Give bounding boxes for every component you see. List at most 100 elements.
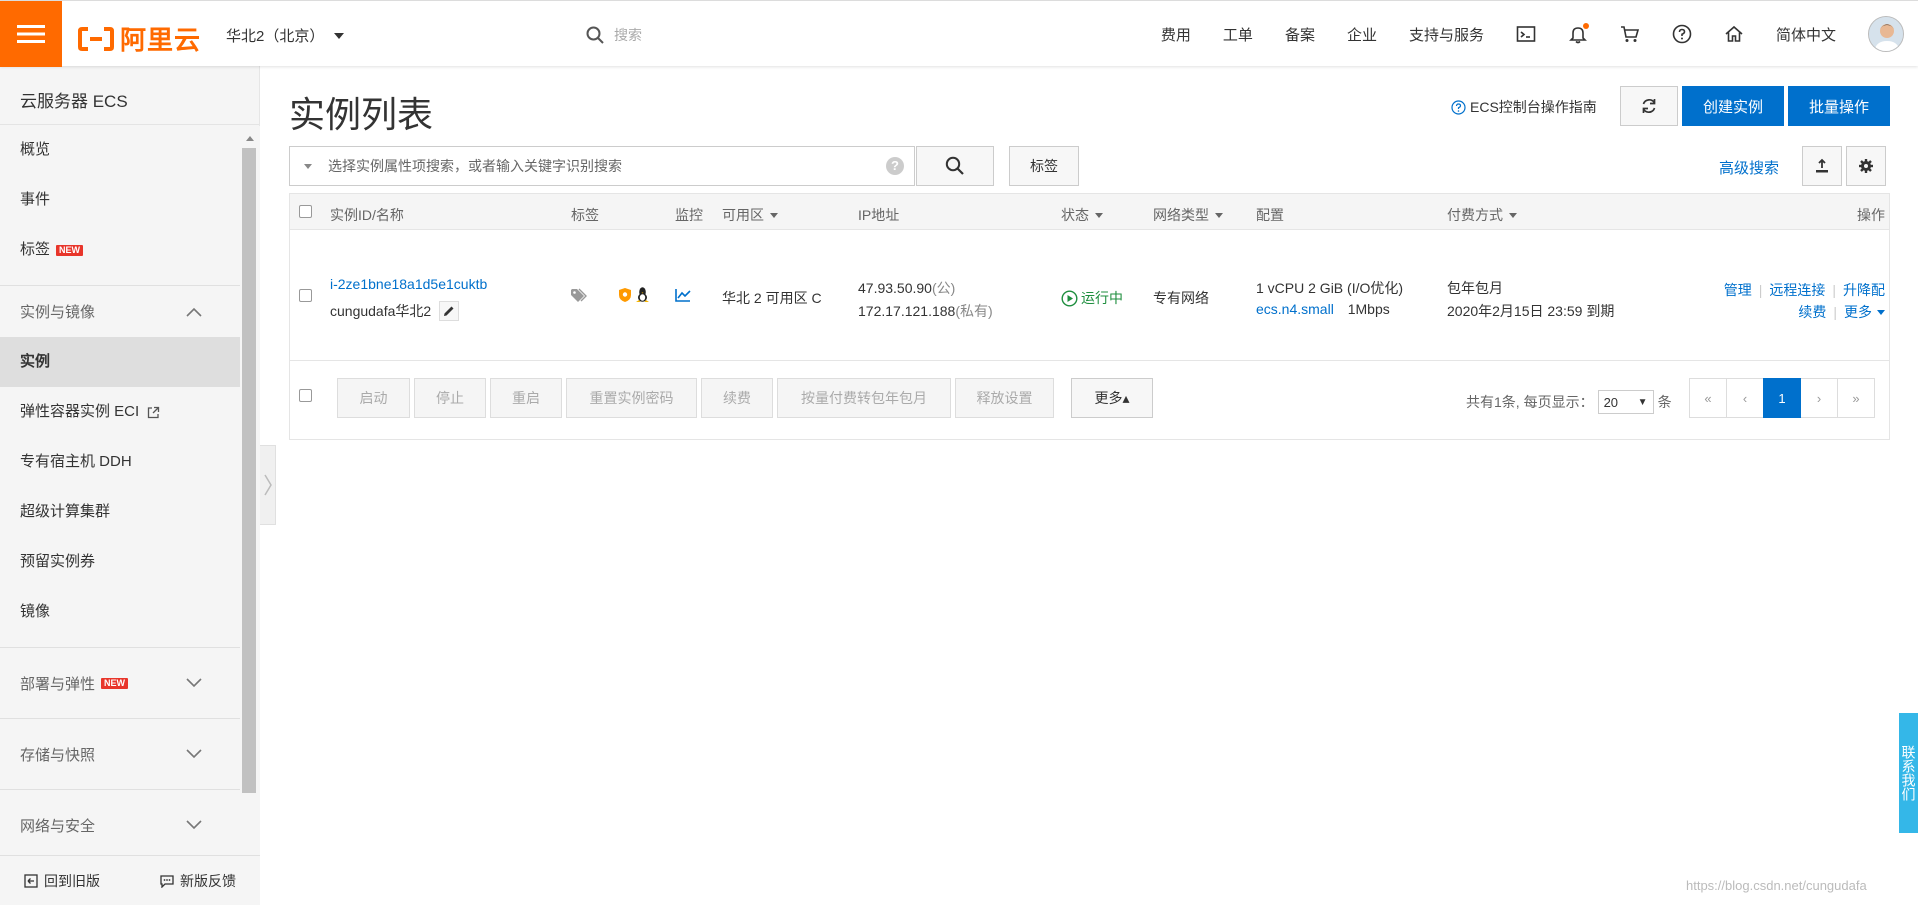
status-running: 运行中 [1081, 290, 1123, 306]
bandwidth-value: 1Mbps [1347, 301, 1390, 317]
more-actions-label: 更多 [1844, 304, 1872, 320]
first-page-button[interactable]: « [1689, 378, 1727, 418]
sidebar-group-storage[interactable]: 存储与快照 [0, 718, 240, 789]
more-actions-dropdown[interactable]: 更多 [1844, 301, 1885, 323]
col-label: 网络类型 [1153, 207, 1209, 223]
nav-icp[interactable]: 备案 [1285, 24, 1315, 45]
prev-page-button[interactable]: ‹ [1726, 378, 1764, 418]
instance-search-input[interactable]: 选择实例属性项搜索，或者输入关键字识别搜索 ? [289, 146, 915, 186]
caret-down-icon [1509, 212, 1517, 218]
restart-button[interactable]: 重启 [490, 378, 562, 418]
language-selector[interactable]: 简体中文 [1776, 24, 1836, 45]
tag-filter-button[interactable]: 标签 [1009, 146, 1079, 186]
sidebar-item-ddh[interactable]: 专有宿主机 DDH [0, 437, 240, 487]
sidebar-item-scc[interactable]: 超级计算集群 [0, 487, 240, 537]
old-version-label: 回到旧版 [44, 872, 100, 889]
sidebar-scrollbar-thumb[interactable] [242, 148, 256, 793]
sidebar-item-label: 镜像 [20, 603, 51, 620]
sidebar-group-network[interactable]: 网络与安全 [0, 789, 240, 860]
nav-enterprise[interactable]: 企业 [1347, 24, 1377, 45]
private-ip-label: (私有) [955, 303, 993, 319]
page-size-select[interactable]: 20 ▼ [1597, 390, 1654, 414]
edit-name-button[interactable] [439, 301, 460, 321]
instance-search-placeholder: 选择实例属性项搜索，或者输入关键字识别搜索 [328, 158, 622, 174]
bell-icon[interactable] [1568, 23, 1589, 44]
convert-billing-button[interactable]: 按量付费转包年包月 [777, 378, 951, 418]
nav-fees[interactable]: 费用 [1161, 24, 1191, 45]
page-1-button[interactable]: 1 [1763, 378, 1801, 418]
contact-us-float[interactable]: 联系我们 [1899, 713, 1918, 833]
global-search[interactable]: 搜索 [586, 25, 642, 45]
sidebar-item-events[interactable]: 事件 [0, 175, 240, 225]
search-button[interactable] [916, 146, 994, 186]
watermark: https://blog.csdn.net/cungudafa [1686, 878, 1867, 893]
batch-operation-button[interactable]: 批量操作 [1788, 86, 1890, 126]
manage-link[interactable]: 管理 [1724, 282, 1752, 298]
more-batch-actions-button[interactable]: 更多▴ [1071, 378, 1153, 418]
stop-button[interactable]: 停止 [414, 378, 486, 418]
monitor-chart-icon[interactable] [675, 288, 691, 302]
nav-tickets[interactable]: 工单 [1223, 24, 1253, 45]
home-icon[interactable] [1724, 24, 1744, 44]
security-shield-icon[interactable] [618, 287, 632, 303]
sidebar-item-instances[interactable]: 实例 [0, 337, 240, 387]
last-page-button[interactable]: » [1837, 378, 1875, 418]
config-spec: 1 vCPU 2 GiB (I/O优化) [1256, 280, 1404, 296]
create-instance-button[interactable]: 创建实例 [1682, 86, 1784, 126]
next-page-button[interactable]: › [1800, 378, 1838, 418]
sidebar-item-tags[interactable]: 标签 NEW [0, 225, 240, 275]
upgrade-downgrade-link[interactable]: 升降配 [1843, 282, 1885, 298]
nav-support[interactable]: 支持与服务 [1409, 24, 1484, 45]
remote-connect-link[interactable]: 远程连接 [1769, 282, 1825, 298]
public-ip-cell: 47.93.50.90(公) [858, 278, 955, 298]
column-settings-button[interactable] [1846, 146, 1886, 186]
advanced-search-link[interactable]: 高级搜索 [1719, 157, 1779, 178]
instance-type-link[interactable]: ecs.n4.small [1256, 301, 1334, 317]
col-label: 可用区 [722, 207, 764, 223]
sidebar-group-deployment[interactable]: 部署与弹性 NEW [0, 647, 240, 718]
col-network-filter[interactable]: 网络类型 [1153, 205, 1223, 225]
sidebar-item-images[interactable]: 镜像 [0, 587, 240, 637]
col-status-filter[interactable]: 状态 [1061, 205, 1103, 225]
reset-password-button[interactable]: 重置实例密码 [566, 378, 697, 418]
start-button[interactable]: 启动 [337, 378, 410, 418]
row-checkbox[interactable] [299, 289, 312, 302]
col-config: 配置 [1256, 205, 1284, 225]
col-billing-filter[interactable]: 付费方式 [1447, 205, 1517, 225]
col-monitor: 监控 [675, 205, 703, 225]
renew-button[interactable]: 续费 [701, 378, 773, 418]
help-icon[interactable] [1672, 24, 1692, 44]
sidebar-item-label: 概览 [20, 141, 51, 158]
sidebar-item-reserved-instances[interactable]: 预留实例券 [0, 537, 240, 587]
search-icon [945, 156, 964, 175]
feedback-link[interactable]: 新版反馈 [160, 871, 236, 891]
search-help-icon[interactable]: ? [886, 157, 904, 175]
select-all-checkbox[interactable] [299, 205, 312, 218]
footer-select-all-checkbox[interactable] [299, 389, 312, 402]
top-nav: 费用 工单 备案 企业 支持与服务 简体中文 [1161, 1, 1918, 67]
release-settings-button[interactable]: 释放设置 [955, 378, 1054, 418]
console-guide-link[interactable]: ECS控制台操作指南 [1451, 97, 1597, 117]
sidebar-collapse-toggle[interactable] [260, 445, 276, 525]
renew-link[interactable]: 续费 [1798, 301, 1826, 323]
back-to-old-version-link[interactable]: 回到旧版 [24, 871, 100, 891]
feedback-icon [160, 874, 174, 888]
running-play-icon [1061, 289, 1078, 307]
sidebar-group-instances-images[interactable]: 实例与镜像 [0, 285, 240, 337]
sidebar-item-overview[interactable]: 概览 [0, 125, 240, 175]
cart-icon[interactable] [1620, 24, 1640, 44]
sidebar-item-label: 标签 [20, 241, 51, 258]
instance-id-link[interactable]: i-2ze1bne18a1d5e1cuktb [330, 276, 487, 292]
export-button[interactable] [1802, 146, 1842, 186]
col-zone-sort[interactable]: 可用区 [722, 205, 778, 225]
sidebar-item-eci[interactable]: 弹性容器实例 ECI [0, 387, 240, 437]
region-selector[interactable]: 华北2（北京） [226, 25, 345, 46]
terminal-icon[interactable] [1516, 24, 1536, 44]
user-avatar[interactable] [1868, 16, 1904, 52]
search-filter-caret-icon[interactable] [304, 163, 312, 169]
expire-time: 2020年2月15日 23:59 到期 [1447, 303, 1615, 319]
refresh-button[interactable] [1620, 86, 1678, 126]
aliyun-logo[interactable]: 阿里云 [78, 20, 201, 57]
hamburger-menu-button[interactable] [0, 1, 62, 67]
tag-icon[interactable] [570, 288, 588, 304]
